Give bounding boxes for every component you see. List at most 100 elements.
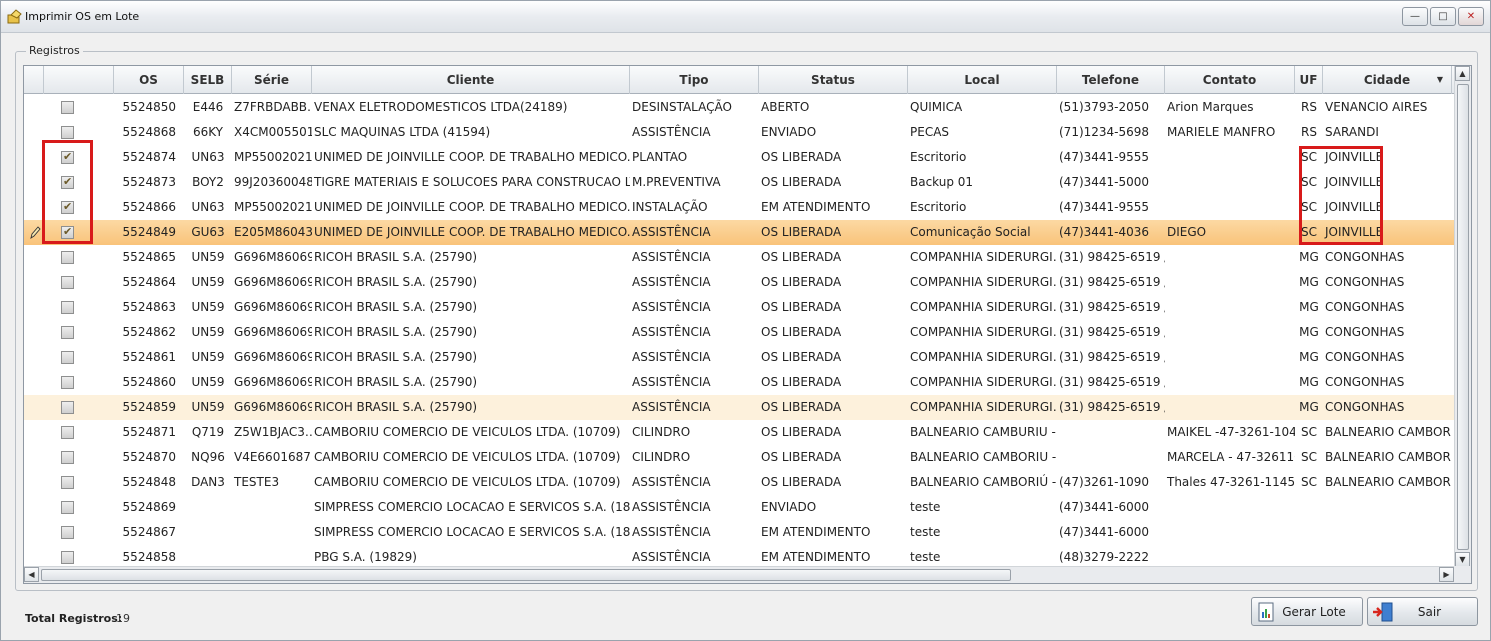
column-header-6[interactable]: Tipo xyxy=(630,66,759,94)
cell-status: OS LIBERADA xyxy=(761,300,842,314)
cell-telefone: (47)3261-1090 xyxy=(1059,475,1150,489)
cell-os: 5524850 xyxy=(122,100,176,114)
cell-cliente: CAMBORIU COMERCIO DE VEICULOS LTDA. (107… xyxy=(314,475,621,489)
row-checkbox[interactable] xyxy=(61,526,74,539)
scroll-left-icon[interactable]: ◀ xyxy=(24,567,39,582)
row-checkbox[interactable] xyxy=(61,251,74,264)
column-header-9[interactable]: Telefone xyxy=(1057,66,1165,94)
column-header-8[interactable]: Local xyxy=(908,66,1057,94)
cell-status: EM ATENDIMENTO xyxy=(761,200,871,214)
cell-os: 5524863 xyxy=(122,300,176,314)
horizontal-scroll-thumb[interactable] xyxy=(41,569,1011,581)
table-row[interactable]: 5524874 UN63 MP55002021UNIMED DE JOINVILLE… xyxy=(24,145,1471,170)
table-row[interactable]: 5524867 SIMPRESS COMERCIO LOCACAO E SERVI… xyxy=(24,520,1454,545)
horizontal-scrollbar[interactable]: ◀ ▶ xyxy=(24,566,1454,583)
column-header-7[interactable]: Status xyxy=(759,66,908,94)
cell-os: 5524870 xyxy=(122,450,176,464)
table-row[interactable]: 5524862 UN59 G696M860690RICOH BRASIL S.A. … xyxy=(24,320,1471,345)
row-checkbox[interactable] xyxy=(61,301,74,314)
column-header-1[interactable] xyxy=(44,66,114,94)
row-checkbox[interactable] xyxy=(61,426,74,439)
table-row[interactable]: 5524861 UN59 G696M860690RICOH BRASIL S.A. … xyxy=(24,345,1471,370)
column-header-3[interactable]: SELB xyxy=(184,66,232,94)
scroll-down-icon[interactable]: ▼ xyxy=(1455,552,1470,567)
gerar-lote-button[interactable]: Gerar Lote xyxy=(1251,597,1363,626)
row-checkbox[interactable] xyxy=(61,126,74,139)
cell-uf: MG xyxy=(1299,300,1319,314)
cell-tipo: M.PREVENTIVA xyxy=(632,175,721,189)
cell-tipo: ASSISTÊNCIA xyxy=(632,250,711,264)
sort-desc-icon: ▼ xyxy=(1436,75,1443,84)
cell-local: Backup 01 xyxy=(910,175,974,189)
cell-selb: UN59 xyxy=(191,375,225,389)
vertical-scrollbar[interactable]: ▲ ▼ xyxy=(1454,66,1471,567)
table-row[interactable]: 5524869 SIMPRESS COMERCIO LOCACAO E SERVI… xyxy=(24,495,1454,520)
cell-serie xyxy=(232,495,312,520)
row-checkbox[interactable] xyxy=(61,376,74,389)
cell-cidade xyxy=(1323,495,1452,520)
vertical-scroll-thumb[interactable] xyxy=(1457,84,1469,550)
table-row[interactable]: 5524866 UN63 MP55002021UNIMED DE JOINVILLE… xyxy=(24,195,1471,220)
table-row[interactable]: 5524868 66KY X4CM005501 SLC MAQUINAS LTDA (… xyxy=(24,120,1471,145)
cell-os: 5524871 xyxy=(122,425,176,439)
table-row[interactable]: 5524860 UN59 G696M860690RICOH BRASIL S.A. … xyxy=(24,370,1471,395)
row-checkbox[interactable] xyxy=(61,451,74,464)
scroll-up-icon[interactable]: ▲ xyxy=(1455,66,1470,81)
row-checkbox[interactable] xyxy=(61,476,74,489)
cell-cliente: RICOH BRASIL S.A. (25790) xyxy=(314,300,478,314)
row-checkbox[interactable] xyxy=(61,101,74,114)
gerar-lote-label: Gerar Lote xyxy=(1282,604,1346,619)
row-checkbox[interactable] xyxy=(61,326,74,339)
row-checkbox[interactable] xyxy=(61,551,74,564)
sair-label: Sair xyxy=(1417,604,1442,619)
table-row[interactable]: 5524865 UN59 G696M860690RICOH BRASIL S.A. … xyxy=(24,245,1471,270)
column-header-11[interactable]: UF xyxy=(1295,66,1323,94)
cell-uf: RS xyxy=(1301,100,1317,114)
column-header-12[interactable]: Cidade ▼ xyxy=(1323,66,1452,94)
cell-selb xyxy=(184,520,232,545)
table-row[interactable]: 5524870 NQ96 V4E6601687 CAMBORIU COMERCIO D… xyxy=(24,445,1471,470)
total-records-value: 19 xyxy=(116,612,130,625)
column-header-4[interactable]: Série xyxy=(232,66,312,94)
cell-serie: Z7FRBDABB… xyxy=(234,100,312,114)
cell-cliente: UNIMED DE JOINVILLE COOP. DE TRABALHO ME… xyxy=(314,200,630,214)
table-row[interactable]: 5524873 BOY2 99J203600485TIGRE MATERIAIS E… xyxy=(24,170,1471,195)
cell-serie: MP55002021 xyxy=(234,150,312,164)
cell-uf: MG xyxy=(1299,400,1319,414)
cell-contato xyxy=(1165,170,1295,195)
cell-selb: E446 xyxy=(192,100,224,114)
sair-button[interactable]: Sair xyxy=(1367,597,1478,626)
row-checkbox[interactable] xyxy=(61,351,74,364)
cell-contato: MARIELE MANFRO xyxy=(1167,125,1276,139)
cell-tipo: PLANTAO xyxy=(632,150,688,164)
cell-contato xyxy=(1165,370,1295,395)
cell-local: teste xyxy=(910,525,941,539)
scroll-right-icon[interactable]: ▶ xyxy=(1439,567,1454,582)
table-row[interactable]: 5524848 DAN3 TESTE3 CAMBORIU COMERCIO DE VE… xyxy=(24,470,1471,495)
cell-status: OS LIBERADA xyxy=(761,250,842,264)
cell-os: 5524864 xyxy=(122,275,176,289)
table-row[interactable]: 5524849 GU63 E205M860433UNIMED DE JOINVILL… xyxy=(24,220,1471,245)
column-header-10[interactable]: Contato xyxy=(1165,66,1295,94)
row-checkbox[interactable] xyxy=(61,276,74,289)
cell-os: 5524861 xyxy=(122,350,176,364)
close-icon[interactable]: ✕ xyxy=(1458,7,1484,26)
minimize-icon[interactable]: — xyxy=(1402,7,1428,26)
table-row[interactable]: 5524850 E446 Z7FRBDABB… VENAX ELETRODOMESTI… xyxy=(24,95,1471,120)
row-checkbox[interactable] xyxy=(61,501,74,514)
edit-pencil-icon xyxy=(30,226,41,240)
records-grid[interactable]: OS SELB Série Cliente Tipo Status Local Telefon… xyxy=(23,65,1472,584)
cell-local: BALNEARIO CAMBORIU -… xyxy=(910,450,1057,464)
column-header-0[interactable] xyxy=(24,66,44,94)
table-row[interactable]: 5524871 Q719 Z5W1BJAC3… CAMBORIU COMERCIO D… xyxy=(24,420,1471,445)
maximize-icon[interactable]: □ xyxy=(1430,7,1456,26)
table-row[interactable]: 5524864 UN59 G696M860690RICOH BRASIL S.A. … xyxy=(24,270,1471,295)
cell-tipo: ASSISTÊNCIA xyxy=(632,375,711,389)
column-header-2[interactable]: OS xyxy=(114,66,184,94)
cell-telefone: (47)3441-6000 xyxy=(1059,500,1150,514)
column-header-5[interactable]: Cliente xyxy=(312,66,630,94)
table-row[interactable]: 5524859 UN59 G696M860690RICOH BRASIL S.A. … xyxy=(24,395,1471,420)
table-row[interactable]: 5524863 UN59 G696M860690RICOH BRASIL S.A. … xyxy=(24,295,1471,320)
cell-telefone: (31) 98425-6519 / 3… xyxy=(1059,325,1165,339)
row-checkbox[interactable] xyxy=(61,401,74,414)
